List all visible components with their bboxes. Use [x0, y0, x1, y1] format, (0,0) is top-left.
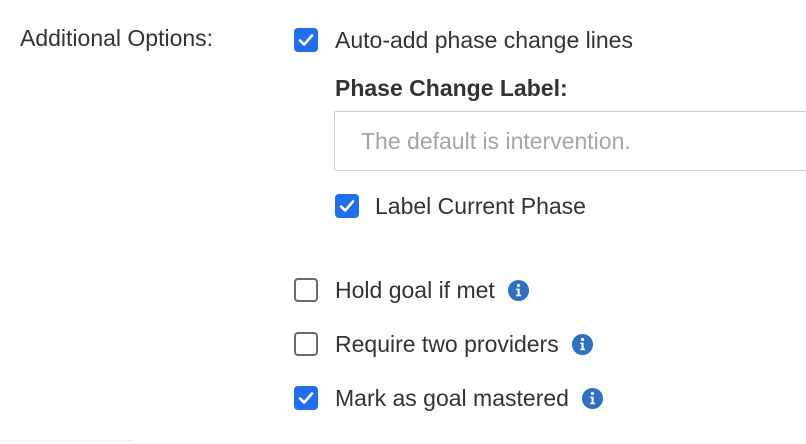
auto-add-phase-lines-option[interactable]: Auto-add phase change lines [294, 26, 633, 54]
label-current-phase-label: Label Current Phase [375, 193, 586, 219]
checkmark-icon [339, 200, 355, 212]
hold-goal-label: Hold goal if met [335, 277, 495, 303]
info-icon[interactable] [571, 333, 594, 356]
mark-goal-mastered-label: Mark as goal mastered [335, 385, 569, 411]
info-icon[interactable] [507, 279, 530, 302]
require-two-providers-label: Require two providers [335, 331, 559, 357]
phase-change-label-input[interactable] [334, 111, 806, 171]
mark-goal-mastered-checkbox[interactable] [294, 386, 318, 410]
hold-goal-checkbox[interactable] [294, 278, 318, 302]
info-icon[interactable] [581, 387, 604, 410]
label-current-phase-option[interactable]: Label Current Phase [335, 192, 586, 220]
checkmark-icon [298, 392, 314, 404]
label-current-phase-checkbox[interactable] [335, 194, 359, 218]
mark-goal-mastered-option[interactable]: Mark as goal mastered [294, 384, 604, 412]
divider [0, 440, 134, 441]
additional-options-panel: Additional Options: Auto-add phase chang… [0, 0, 806, 444]
phase-change-label-heading: Phase Change Label: [335, 75, 568, 101]
require-two-providers-checkbox[interactable] [294, 332, 318, 356]
require-two-providers-option[interactable]: Require two providers [294, 330, 594, 358]
hold-goal-option[interactable]: Hold goal if met [294, 276, 530, 304]
additional-options-label: Additional Options: [20, 25, 214, 51]
auto-add-phase-lines-checkbox[interactable] [294, 28, 318, 52]
auto-add-phase-lines-label: Auto-add phase change lines [335, 27, 633, 53]
checkmark-icon [298, 34, 314, 46]
